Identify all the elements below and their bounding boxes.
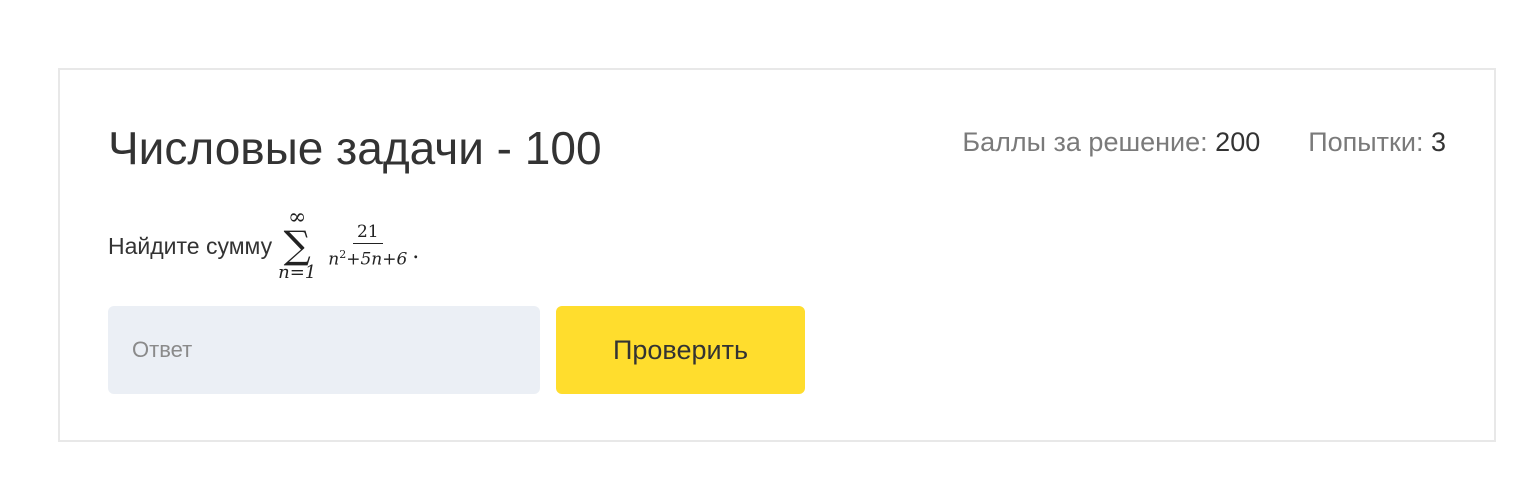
denominator-rest: +5n+6 — [346, 249, 408, 270]
sum-formula: ∞ ∑ n=1 21 n2+5n+6 . — [278, 207, 420, 283]
attempts-label: Попытки: — [1308, 127, 1424, 157]
problem-text: Найдите сумму — [108, 232, 273, 259]
sigma-symbol: ∑ — [283, 223, 311, 267]
answer-input[interactable] — [108, 306, 540, 394]
summation: ∞ ∑ n=1 — [278, 207, 317, 283]
attempts-value: 3 — [1430, 127, 1446, 157]
points-info: Баллы за решение: 200 — [962, 122, 1260, 162]
attempts-info: Попытки: 3 — [1308, 122, 1446, 162]
check-button[interactable]: Проверить — [556, 306, 805, 394]
points-label: Баллы за решение: — [962, 127, 1208, 157]
task-card: Числовые задачи - 100 Баллы за решение: … — [58, 68, 1496, 442]
formula-period: . — [412, 238, 420, 264]
sum-lower-limit: n=1 — [278, 262, 317, 283]
fraction: 21 n2+5n+6 — [324, 222, 411, 270]
task-title: Числовые задачи - 100 — [108, 122, 602, 174]
fraction-denominator: n2+5n+6 — [324, 244, 411, 270]
denominator-base: n — [328, 249, 340, 270]
problem-statement: Найдите сумму ∞ ∑ n=1 21 n2+5n+6 . — [108, 204, 419, 288]
task-meta: Баллы за решение: 200 Попытки: 3 — [962, 122, 1446, 162]
points-value: 200 — [1215, 127, 1261, 157]
fraction-numerator: 21 — [352, 222, 383, 245]
